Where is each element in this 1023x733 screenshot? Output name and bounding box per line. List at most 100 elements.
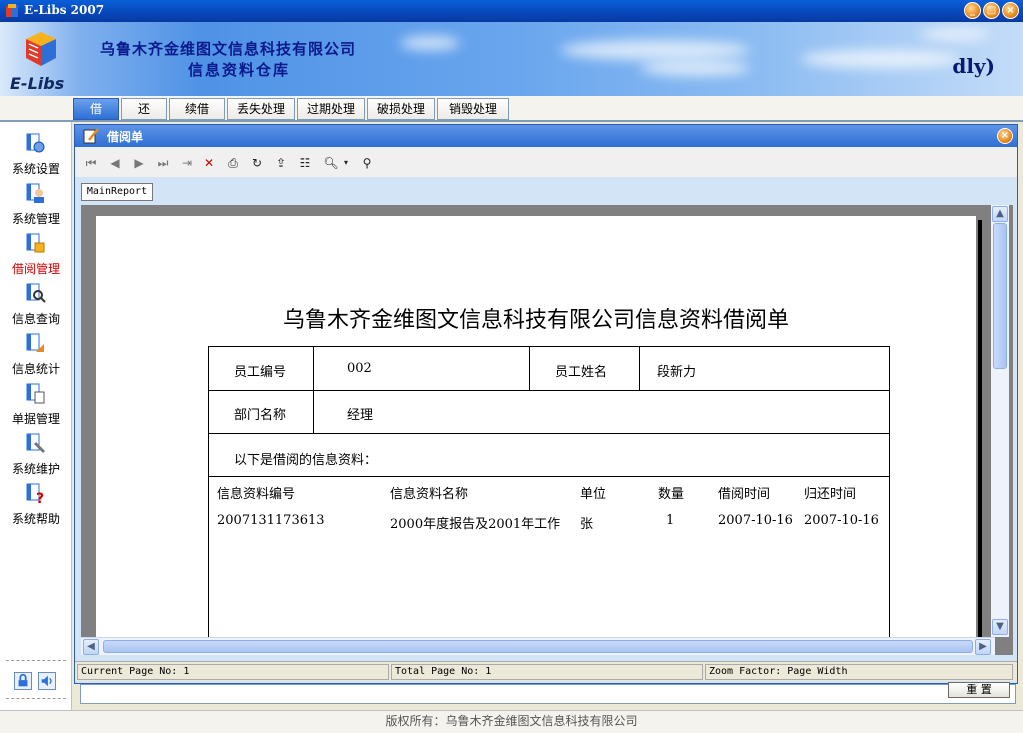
window-titlebar: E-Libs 2007 _ □ ×: [0, 0, 1023, 22]
sidebar-item-maintenance[interactable]: 系统维护: [0, 428, 72, 476]
table-cell: 张: [580, 517, 594, 532]
sidebar-item-settings[interactable]: 系统设置: [0, 128, 72, 176]
current-page-status: Current Page No: 1: [77, 664, 389, 680]
app-icon: [6, 4, 18, 17]
svg-text:?: ?: [36, 491, 44, 504]
column-header: 归还时间: [804, 487, 857, 502]
sound-icon[interactable]: [38, 672, 56, 690]
tab-return[interactable]: 还: [121, 98, 167, 120]
find-icon[interactable]: ⚲: [359, 155, 375, 171]
tab-lost[interactable]: 丢失处理: [227, 98, 295, 120]
employee-no-value: 002: [347, 361, 372, 376]
logo-text: E-Libs: [10, 74, 65, 93]
app-subtitle: 信息资料仓库: [188, 61, 291, 79]
company-name: 乌鲁木齐金维图文信息科技有限公司: [100, 40, 357, 58]
column-header: 数量: [658, 487, 685, 502]
sidebar: 系统设置 系统管理 借阅管理 信息查询 信息统计 单据管理 系统维护 ? 系统帮…: [0, 122, 72, 710]
column-header: 信息资料编号: [217, 487, 296, 502]
sidebar-item-query[interactable]: 信息查询: [0, 278, 72, 326]
tab-main-report[interactable]: MainReport: [81, 183, 153, 201]
export-icon[interactable]: ⇪: [273, 155, 289, 171]
tab-damaged[interactable]: 破损处理: [367, 98, 435, 120]
sidebar-item-help[interactable]: ? 系统帮助: [0, 478, 72, 526]
employee-name-value: 段新力: [657, 365, 697, 380]
report-window-titlebar: 借阅单 ×: [75, 125, 1017, 147]
report-viewer: 乌鲁木齐金维图文信息科技有限公司信息资料借阅单 员工编号 002 员工姓名 段新…: [81, 205, 1013, 655]
sidebar-item-documents[interactable]: 单据管理: [0, 378, 72, 426]
report-toolbar: ⏮ ◀ ▶ ⏭ ⇥ ✕ ⎙ ↻ ⇪ ☷ 🔍︎ ▾ ⚲: [75, 147, 1017, 177]
copyright-footer: 版权所有：乌鲁木齐金维图文信息科技有限公司: [0, 710, 1023, 733]
edit-note-icon: [83, 128, 99, 144]
column-header: 信息资料名称: [390, 487, 469, 502]
settings-icon: [26, 133, 45, 153]
sidebar-item-statistics[interactable]: 信息统计: [0, 328, 72, 376]
goto-page-icon[interactable]: ⇥: [179, 155, 195, 171]
function-tabs: 借 还 续借 丢失处理 过期处理 破损处理 销毁处理: [0, 96, 1023, 122]
next-page-icon[interactable]: ▶: [131, 155, 147, 171]
horizontal-scrollbar[interactable]: ◀ ▶: [81, 637, 995, 655]
table-cell: 1: [666, 513, 675, 528]
tab-destroy[interactable]: 销毁处理: [437, 98, 509, 120]
user-admin-icon: [26, 183, 44, 203]
header-banner: E-Libs 乌鲁木齐金维图文信息科技有限公司 信息资料仓库 dly): [0, 22, 1023, 98]
intro-text: 以下是借阅的信息资料：: [234, 453, 378, 468]
report-page: 乌鲁木齐金维图文信息科技有限公司信息资料借阅单 员工编号 002 员工姓名 段新…: [96, 216, 976, 654]
vertical-scrollbar[interactable]: ▲ ▼: [991, 205, 1009, 637]
column-header: 借阅时间: [718, 487, 771, 502]
horizontal-scroll-thumb[interactable]: [103, 640, 973, 653]
employee-no-label: 员工编号: [234, 365, 287, 380]
sidebar-item-borrow[interactable]: 借阅管理: [0, 228, 72, 276]
current-user: dly): [952, 54, 995, 78]
dropdown-icon[interactable]: ▾: [341, 155, 351, 171]
reset-button[interactable]: 重 置: [948, 682, 1010, 698]
zoom-icon[interactable]: 🔍︎: [323, 155, 339, 171]
sidebar-divider: [6, 660, 66, 661]
lower-panel: [80, 684, 1016, 704]
zoom-status: Zoom Factor: Page Width: [705, 664, 1013, 680]
report-window: 借阅单 × ⏮ ◀ ▶ ⏭ ⇥ ✕ ⎙ ↻ ⇪ ☷ 🔍︎ ▾ ⚲ MainRep…: [74, 124, 1018, 684]
table-cell: 2007-10-16: [718, 513, 793, 528]
tree-icon[interactable]: ☷: [297, 155, 313, 171]
report-title: 乌鲁木齐金维图文信息科技有限公司信息资料借阅单: [282, 308, 789, 333]
column-header: 单位: [580, 487, 607, 502]
refresh-icon[interactable]: ↻: [249, 155, 265, 171]
total-page-status: Total Page No: 1: [391, 664, 703, 680]
tab-overdue[interactable]: 过期处理: [297, 98, 365, 120]
window-title: E-Libs 2007: [24, 3, 105, 17]
vertical-scroll-thumb[interactable]: [993, 223, 1007, 369]
minimize-button[interactable]: _: [964, 2, 981, 19]
department-value: 经理: [347, 408, 374, 423]
scroll-down-icon[interactable]: ▼: [992, 619, 1008, 635]
tab-renew[interactable]: 续借: [169, 98, 225, 120]
statistics-icon: [26, 333, 44, 352]
maintenance-icon: [26, 433, 46, 454]
employee-name-label: 员工姓名: [555, 365, 608, 380]
first-page-icon[interactable]: ⏮: [83, 155, 99, 171]
logo: E-Libs: [8, 28, 74, 94]
close-button[interactable]: ×: [1002, 2, 1019, 19]
print-icon[interactable]: ⎙: [225, 155, 241, 171]
department-label: 部门名称: [234, 408, 287, 423]
report-close-button[interactable]: ×: [997, 128, 1013, 144]
table-cell: 2007131173613: [217, 513, 325, 528]
logo-cube-icon: [26, 32, 56, 66]
close-icon[interactable]: ✕: [201, 155, 217, 171]
scroll-right-icon[interactable]: ▶: [975, 639, 991, 655]
lock-icon[interactable]: [14, 672, 32, 690]
table-cell: 2007-10-16: [804, 513, 879, 528]
prev-page-icon[interactable]: ◀: [107, 155, 123, 171]
help-icon: ?: [26, 483, 44, 504]
report-window-title: 借阅单: [107, 130, 144, 144]
sidebar-divider: [6, 698, 66, 699]
borrow-form-table: 员工编号 002 员工姓名 段新力 部门名称 经理 以下是借阅的信息资料： 信息…: [208, 346, 890, 654]
document-icon: [26, 383, 45, 404]
tab-borrow[interactable]: 借: [73, 98, 119, 120]
sidebar-item-system-admin[interactable]: 系统管理: [0, 178, 72, 226]
report-statusbar: Current Page No: 1 Total Page No: 1 Zoom…: [75, 661, 1017, 681]
maximize-button[interactable]: □: [983, 2, 1000, 19]
scroll-left-icon[interactable]: ◀: [83, 639, 99, 655]
scroll-up-icon[interactable]: ▲: [992, 206, 1008, 222]
last-page-icon[interactable]: ⏭: [155, 155, 171, 171]
table-cell: 2000年度报告及2001年工作: [390, 517, 561, 532]
borrow-icon: [26, 233, 45, 253]
